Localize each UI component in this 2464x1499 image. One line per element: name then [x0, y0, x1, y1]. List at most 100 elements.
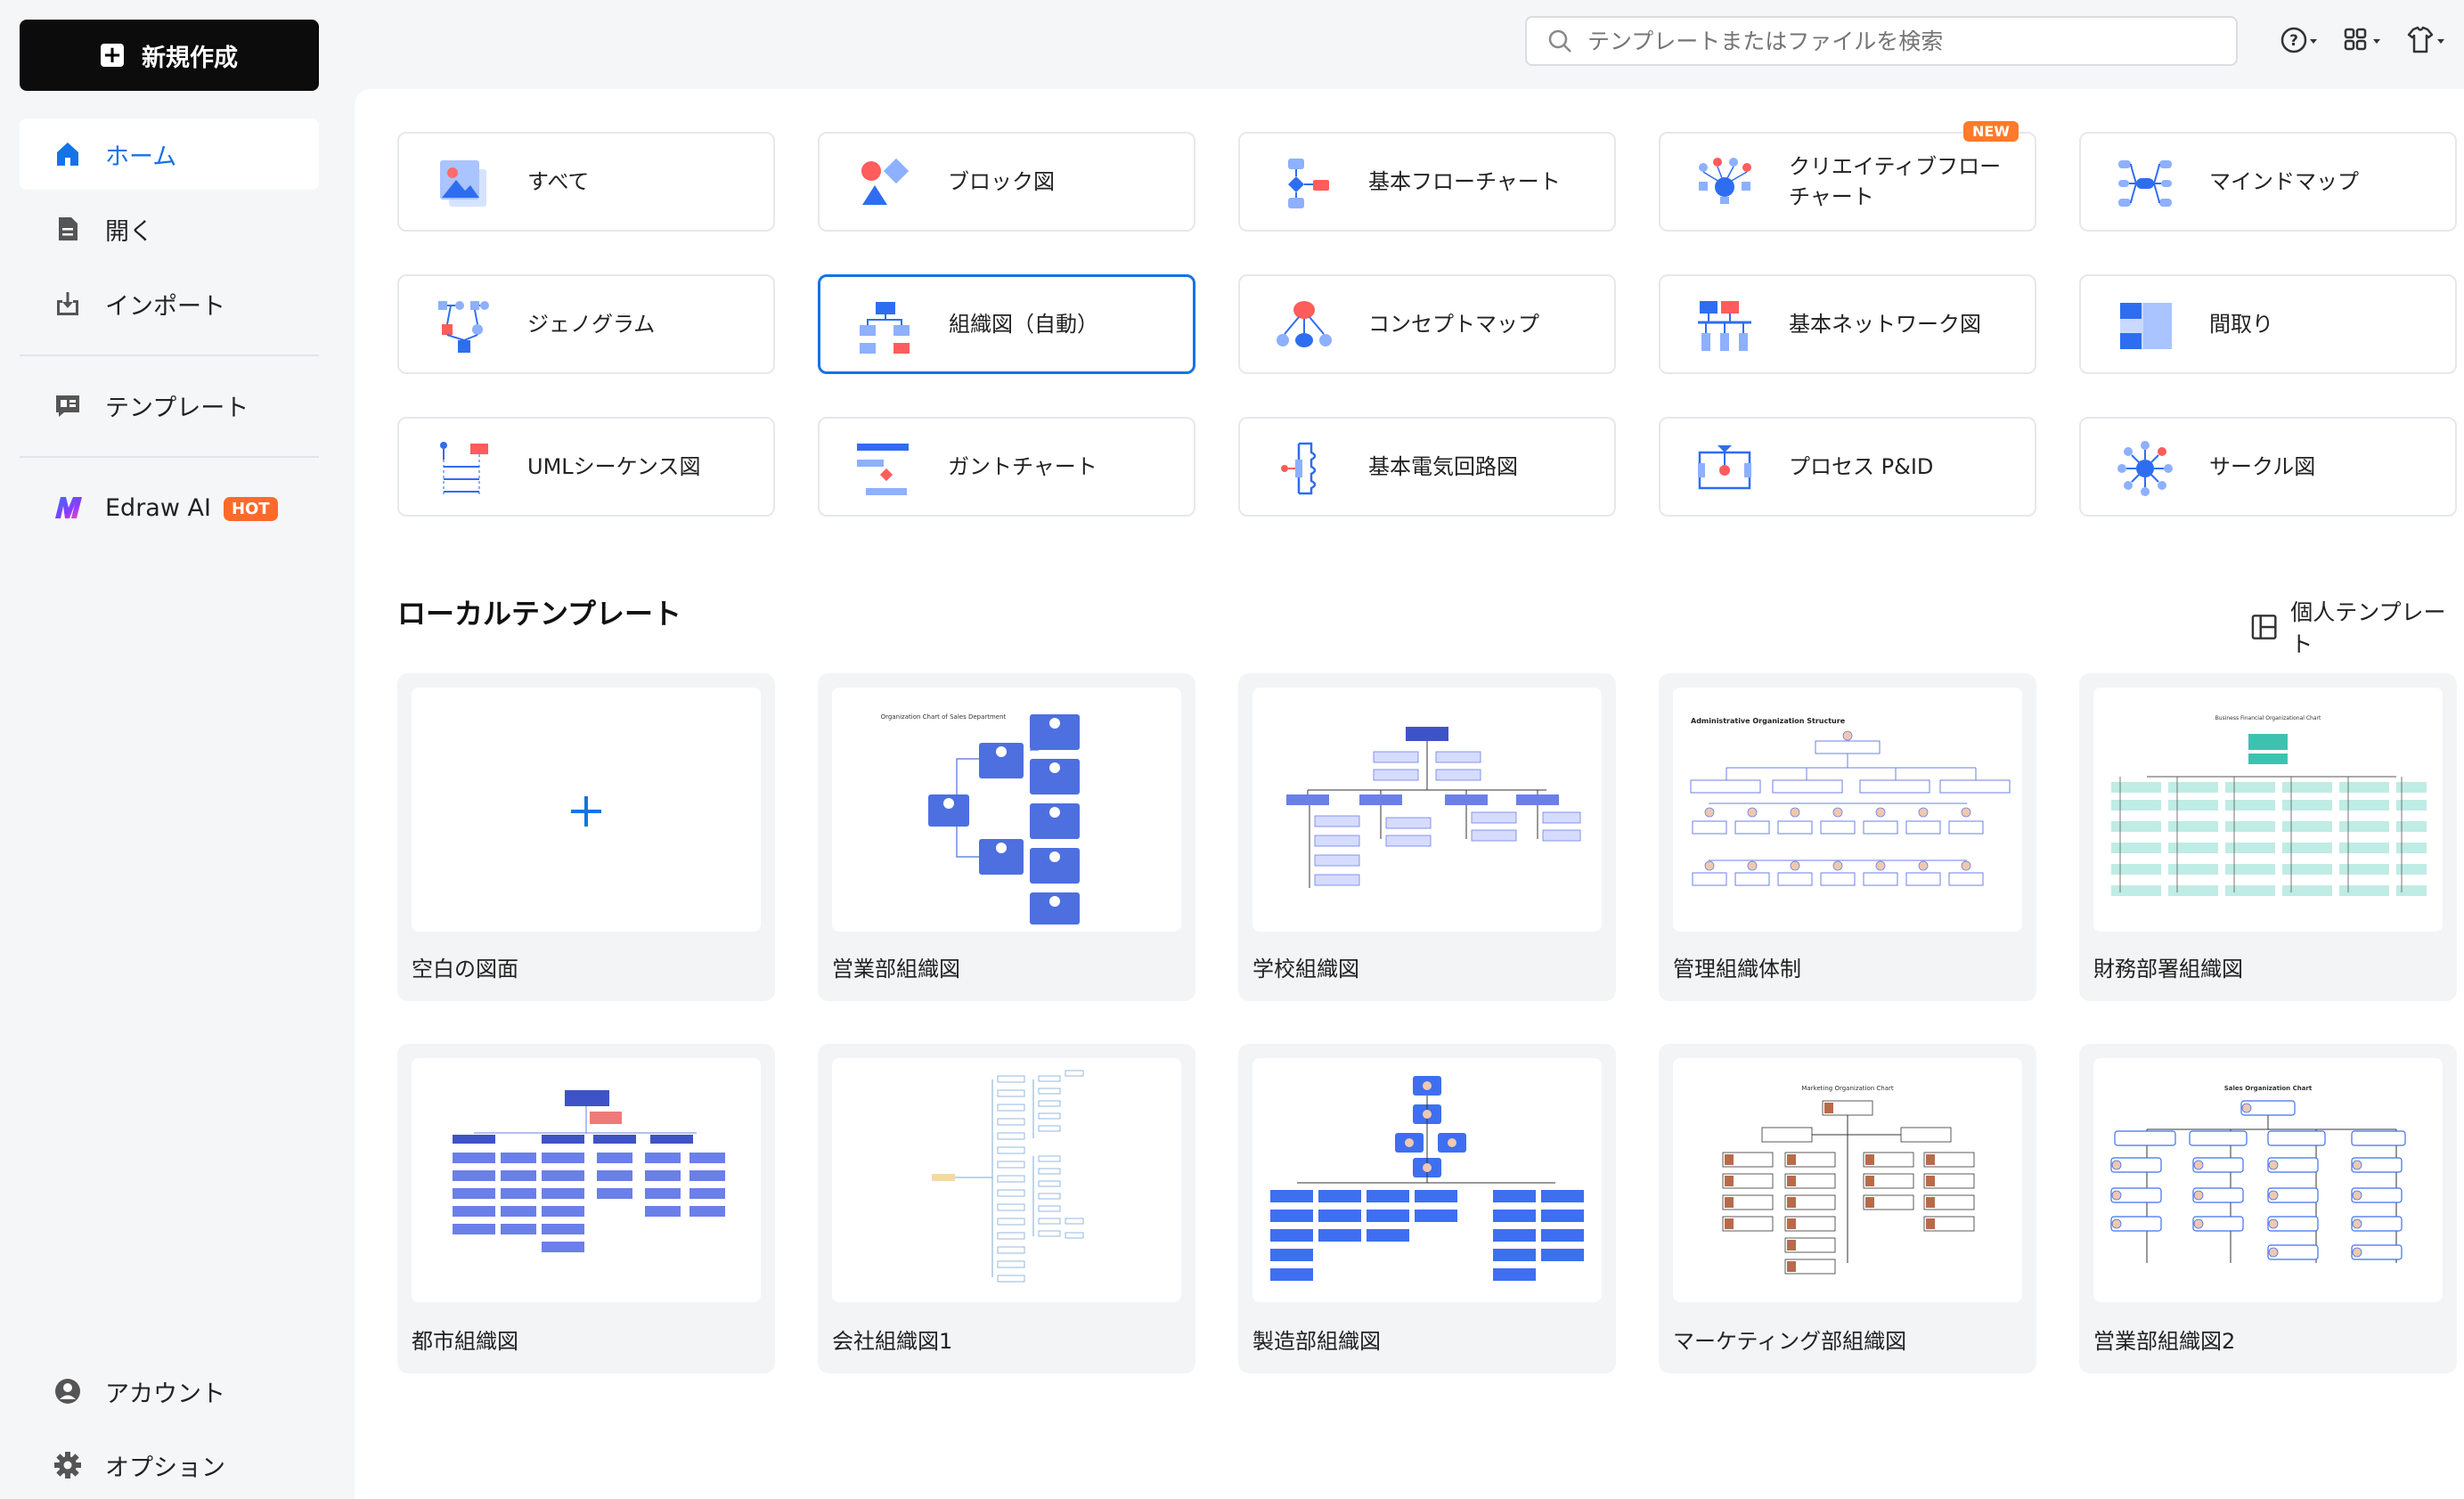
category-uml-sequence[interactable]: UMLシーケンス図 [397, 417, 775, 517]
edraw-ai-label-wrap: Edraw AI HOT [105, 494, 278, 522]
category-org-chart-auto[interactable]: 組織図（自動） [818, 274, 1195, 374]
thumb-title: Marketing Organization Chart [1801, 1085, 1894, 1092]
layout-panel-icon [2251, 615, 2277, 640]
floor-plan-icon [2120, 303, 2172, 349]
sidebar-item-label: テンプレート [105, 394, 249, 422]
template-thumbnail [1252, 1058, 1602, 1302]
circuit-icon [1281, 442, 1317, 495]
circle-diagram-icon [2117, 441, 2173, 496]
account-icon [55, 1379, 80, 1404]
template-card-blank[interactable]: 空白の図面 [397, 673, 775, 1001]
category-circle-diagram[interactable]: サークル図 [2079, 417, 2457, 517]
category-genogram[interactable]: ジェノグラム [397, 274, 775, 374]
thumb-title: Business Financial Organizational Chart [2215, 715, 2321, 721]
category-concept-map[interactable]: コンセプトマップ [1238, 274, 1616, 374]
sales-org-chart-preview: Organization Chart of Sales Department [881, 713, 1080, 925]
category-label: プロセス P&ID [1789, 454, 1934, 479]
template-card-marketing-org[interactable]: Marketing Organization Chart マーケティング部組織図 [1659, 1044, 2036, 1373]
search-box[interactable] [1525, 16, 2238, 66]
category-basic-flowchart[interactable]: 基本フローチャート [1238, 132, 1616, 232]
category-creative-flowchart[interactable]: クリエイティブフローチャート NEW [1659, 121, 2036, 232]
personal-templates-button[interactable]: 個人テンプレート [2250, 595, 2464, 659]
sidebar-item-account[interactable]: アカウント [20, 1356, 319, 1427]
template-thumbnail: Marketing Organization Chart [1673, 1058, 2022, 1302]
sidebar-item-label: 開く [105, 217, 153, 246]
sidebar-item-home[interactable]: ホーム [20, 118, 319, 190]
sidebar-item-templates[interactable]: テンプレート [20, 370, 319, 441]
city-org-chart-preview [453, 1090, 725, 1252]
hot-badge: HOT [223, 496, 278, 521]
category-label: コンセプトマップ [1368, 312, 1539, 337]
thumb-title: Administrative Organization Structure [1691, 717, 1846, 725]
template-name: 財務部署組織図 [2093, 957, 2243, 982]
sidebar-item-options[interactable]: オプション [20, 1430, 319, 1499]
category-label: ガントチャート [948, 454, 1097, 479]
plus-icon: + [101, 44, 124, 67]
gear-icon [54, 1452, 81, 1479]
search-input[interactable] [1587, 28, 2211, 54]
creative-flow-bulb-icon [1699, 158, 1751, 204]
sidebar-item-import[interactable]: インポート [20, 268, 319, 339]
template-card-sales-org[interactable]: Organization Chart of Sales Department 営… [818, 673, 1195, 1001]
mind-map-icon [2118, 160, 2172, 207]
template-card-city-org[interactable]: 都市組織図 [397, 1044, 775, 1373]
shirt-menu[interactable] [2405, 25, 2446, 55]
sidebar-item-edraw-ai[interactable]: Edraw AI HOT [20, 472, 319, 543]
template-card-company-org-1[interactable]: 会社組織図1 [818, 1044, 1195, 1373]
category-label: マインドマップ [2209, 169, 2359, 194]
template-card-sales-org-2[interactable]: Sales Organization Chart 営業部組織図2 [2079, 1044, 2457, 1373]
category-label: 組織図（自動） [949, 312, 1098, 337]
template-card-admin-org[interactable]: Administrative Organization Structure 管理… [1659, 673, 2036, 1001]
school-org-chart-preview [1286, 727, 1581, 888]
category-process-pid[interactable]: プロセス P&ID [1659, 417, 2036, 517]
pid-icon [1698, 445, 1751, 490]
sidebar: + 新規作成 ホーム 開く インポート テンプレート Edraw AI HOT ア… [0, 0, 352, 1499]
import-icon [57, 292, 78, 315]
sidebar-divider [20, 354, 319, 356]
network-icon [1698, 301, 1751, 351]
image-gallery-icon [440, 160, 486, 207]
svg-text:?: ? [2289, 32, 2298, 50]
marketing-org-chart-preview: Marketing Organization Chart [1722, 1085, 1975, 1275]
block-shapes-icon [861, 158, 910, 205]
category-all[interactable]: すべて [397, 132, 775, 232]
template-card-school-org[interactable]: 学校組織図 [1238, 673, 1616, 1001]
finance-org-chart-preview: Business Financial Organizational Chart [2111, 715, 2427, 896]
personal-templates-label: 個人テンプレート [2290, 599, 2446, 657]
edraw-ai-logo-icon [55, 497, 82, 518]
category-gantt-chart[interactable]: ガントチャート [818, 417, 1195, 517]
apps-menu[interactable] [2343, 25, 2382, 55]
template-name: 営業部組織図2 [2093, 1329, 2236, 1354]
category-label: UMLシーケンス図 [527, 454, 701, 479]
manufacturing-org-chart-preview [1270, 1076, 1584, 1281]
template-name: 管理組織体制 [1673, 957, 1801, 982]
template-icon [56, 395, 79, 417]
category-label: すべて [527, 169, 590, 194]
category-block-diagram[interactable]: ブロック図 [818, 132, 1195, 232]
sidebar-item-open[interactable]: 開く [20, 193, 319, 265]
thumb-title: Organization Chart of Sales Department [881, 713, 1007, 721]
category-floor-plan[interactable]: 間取り [2079, 274, 2457, 374]
template-card-manufacturing-org[interactable]: 製造部組織図 [1238, 1044, 1616, 1373]
category-label: 基本ネットワーク図 [1789, 312, 1981, 337]
template-thumbnail: Organization Chart of Sales Department [832, 688, 1181, 932]
thumb-title: Sales Organization Chart [2224, 1085, 2313, 1092]
template-name: 空白の図面 [412, 957, 518, 982]
template-thumbnail [832, 1058, 1181, 1302]
add-plus-icon [571, 796, 601, 827]
new-create-button[interactable]: + 新規作成 [20, 20, 319, 91]
category-electrical-circuit[interactable]: 基本電気回路図 [1238, 417, 1616, 517]
category-mind-map[interactable]: マインドマップ [2079, 132, 2457, 232]
template-card-finance-org[interactable]: Business Financial Organizational Chart … [2079, 673, 2457, 1001]
sidebar-item-label: ホーム [105, 143, 177, 171]
home-icon [57, 143, 78, 166]
template-name: マーケティング部組織図 [1673, 1329, 1907, 1354]
org-chart-icon [860, 302, 910, 354]
admin-org-chart-preview: Administrative Organization Structure [1690, 717, 2011, 886]
help-menu[interactable]: ? [2280, 25, 2318, 55]
concept-map-icon [1277, 301, 1332, 347]
gantt-chart-icon [857, 444, 909, 495]
theme-shirt-icon [2407, 26, 2444, 53]
file-icon [59, 217, 78, 240]
category-network-diagram[interactable]: 基本ネットワーク図 [1659, 274, 2036, 374]
